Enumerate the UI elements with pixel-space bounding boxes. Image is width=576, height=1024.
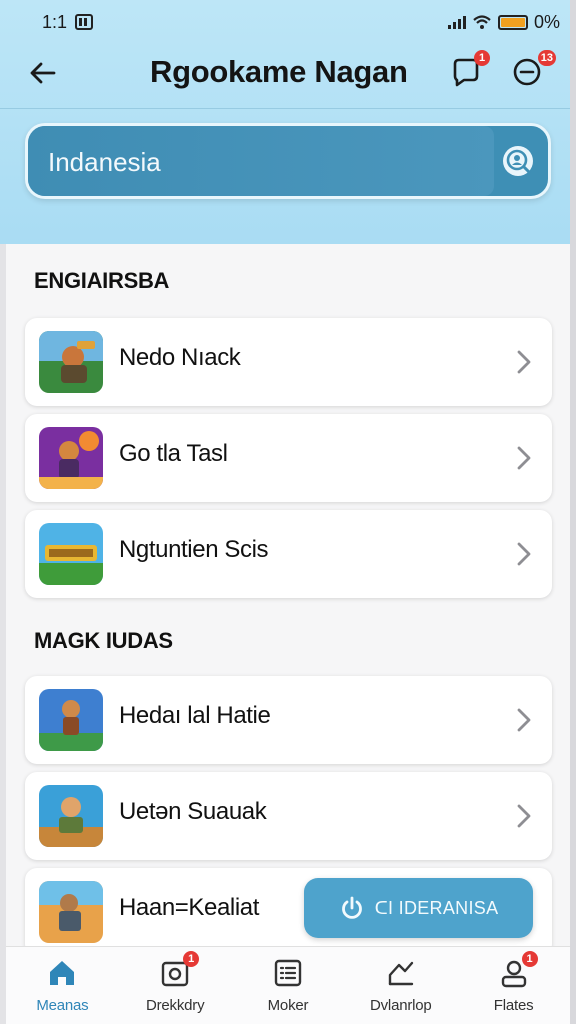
game-thumbnail [39,523,103,585]
section-title: MAGK IUDAS [34,628,173,653]
chevron-right-icon [517,542,531,566]
chevron-right-icon [517,708,531,732]
tab-home[interactable]: Meanas [6,947,119,1024]
status-bar: 1:1 0% [0,8,576,36]
header-background [0,0,576,244]
tab-label: Drekkdry [145,997,205,1014]
tab-badge: 1 [183,951,200,967]
battery-icon [497,14,528,30]
list-item-label: Go tla Tasl [119,440,228,467]
list-item[interactable]: Ngtuntien Scis [25,510,552,598]
bottom-tab-bar: Meanas 1 Drekkdry Moker Dvlanrlop 1 Flat… [6,946,570,1024]
messages-button[interactable]: 13 [510,50,556,90]
search-input[interactable]: Indanesia [48,147,161,178]
tab-profile[interactable]: 1 Flates [457,947,570,1024]
message-badge: 13 [537,50,556,66]
tab-label: Dvlanrlop [370,997,432,1014]
chevron-right-icon [517,804,531,828]
right-edge [570,0,576,1024]
tab-camera[interactable]: 1 Drekkdry [119,947,232,1024]
notification-badge: 1 [474,50,490,66]
list-item[interactable]: Nedo Nıack [25,318,552,406]
list-item-label: Ngtuntien Scis [119,536,269,563]
search-bar[interactable]: Indanesia [25,123,551,199]
notifications-button[interactable]: 1 [448,50,490,90]
list-item[interactable]: Hedaı lal Hatie [25,676,552,764]
list-icon [274,959,302,987]
list-item-label: Uetən Suauak [119,798,267,825]
list-item-label: Hedaı lal Hatie [119,702,271,729]
back-arrow-icon[interactable] [26,56,60,90]
game-thumbnail [39,881,103,943]
signal-icon [447,15,466,29]
power-icon [341,896,362,919]
game-thumbnail [39,689,103,751]
primary-action-button[interactable]: ᑕI IDERANISA [304,878,533,938]
edit-icon [388,961,413,986]
home-icon [50,961,75,985]
tab-list[interactable]: Moker [232,947,345,1024]
sim-icon [75,14,94,30]
tab-badge: 1 [521,951,538,967]
list-item-label: Nedo Nıack [119,344,241,371]
tab-label: Moker [267,997,309,1014]
game-thumbnail [39,331,103,393]
status-time: 1:1 [42,11,68,32]
list-item[interactable]: Uetən Suauak [25,772,552,860]
camera-button: 1 [159,951,200,989]
section-title: ENGIAIRSBA [34,268,170,293]
game-thumbnail [39,427,103,489]
list-item-label: Haan=Kealiat [119,894,259,921]
tab-edit[interactable]: Dvlanrlop [344,947,457,1024]
primary-action-label: ᑕI IDERANISA [374,897,499,918]
list-item[interactable]: Go tla Tasl [25,414,552,502]
profile-button: 1 [498,951,538,989]
header-divider [0,108,576,109]
game-thumbnail [39,785,103,847]
search-user-icon[interactable] [500,143,536,179]
chevron-right-icon [517,350,531,374]
battery-level: 0% [533,11,560,32]
page-title: Rgookame Nagan [150,54,408,89]
wifi-icon [473,15,491,29]
tab-label: Flates [493,997,534,1014]
tab-label: Meanas [36,997,89,1014]
chevron-right-icon [517,446,531,470]
app-header: Rgookame Nagan 1 13 [0,44,576,102]
